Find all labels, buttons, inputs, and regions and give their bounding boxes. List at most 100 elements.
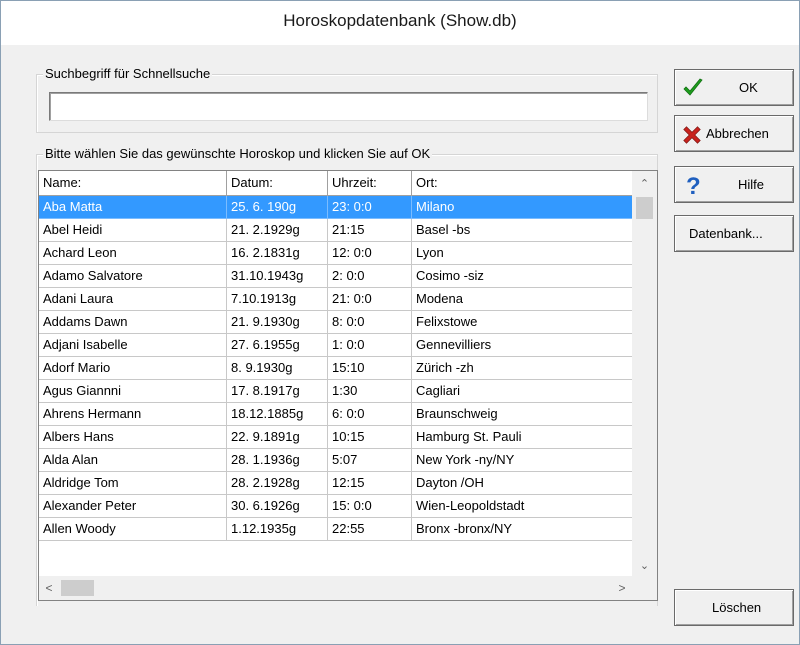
table-row[interactable]: Alda Alan 28. 1.1936g 5:07 New York -ny/… [39,449,632,472]
cell-place: Hamburg St. Pauli [412,426,632,449]
database-label: Datenbank... [689,226,763,241]
cell-place: Zürich -zh [412,357,632,380]
help-label: Hilfe [738,177,765,192]
cell-time: 12:15 [328,472,412,495]
cell-time: 5:07 [328,449,412,472]
cell-time: 2: 0:0 [328,265,412,288]
scroll-down-icon[interactable]: ⌄ [632,556,657,576]
horizontal-scrollbar[interactable]: < > [39,576,632,600]
cell-name: Agus Giannni [39,380,227,403]
table-row[interactable]: Adamo Salvatore 31.10.1943g 2: 0:0 Cosim… [39,265,632,288]
table-row[interactable]: Adjani Isabelle 27. 6.1955g 1: 0:0 Genne… [39,334,632,357]
cell-time: 12: 0:0 [328,242,412,265]
cell-name: Achard Leon [39,242,227,265]
table-row[interactable]: Abel Heidi 21. 2.1929g 21:15 Basel -bs [39,219,632,242]
cell-date: 28. 2.1928g [227,472,328,495]
cell-place: Milano [412,196,632,219]
table-row[interactable]: Aldridge Tom 28. 2.1928g 12:15 Dayton /O… [39,472,632,495]
ok-label: OK [739,80,758,95]
delete-label: Löschen [712,600,762,615]
column-header-place[interactable]: Ort: [412,171,632,196]
cell-name: Albers Hans [39,426,227,449]
table-row[interactable]: Achard Leon 16. 2.1831g 12: 0:0 Lyon [39,242,632,265]
column-header-time[interactable]: Uhrzeit: [328,171,412,196]
cell-name: Adorf Mario [39,357,227,380]
window-title: Horoskopdatenbank (Show.db) [283,11,517,30]
cell-date: 21. 2.1929g [227,219,328,242]
cell-name: Aldridge Tom [39,472,227,495]
cell-name: Ahrens Hermann [39,403,227,426]
cell-place: Bronx -bronx/NY [412,518,632,541]
column-header-name[interactable]: Name: [39,171,227,196]
scroll-up-icon[interactable]: ⌃ [632,174,657,194]
horizontal-scroll-thumb[interactable] [61,580,94,596]
horoscope-list[interactable]: Name: Datum: Uhrzeit: Ort: Aba Matta 25.… [38,170,658,601]
cell-name: Alexander Peter [39,495,227,518]
cell-time: 21: 0:0 [328,288,412,311]
scroll-right-icon[interactable]: > [612,576,632,600]
scrollbar-corner [632,576,657,600]
cell-name: Adjani Isabelle [39,334,227,357]
cell-time: 21:15 [328,219,412,242]
vertical-scrollbar[interactable]: ⌃ ⌄ [632,171,657,576]
horoscope-list-label: Bitte wählen Sie das gewünschte Horoskop… [43,146,433,161]
table-row[interactable]: Agus Giannni 17. 8.1917g 1:30 Cagliari [39,380,632,403]
cell-time: 23: 0:0 [328,196,412,219]
cell-place: Cosimo -siz [412,265,632,288]
table-row[interactable]: Allen Woody 1.12.1935g 22:55 Bronx -bron… [39,518,632,541]
cell-name: Aba Matta [39,196,227,219]
svg-text:?: ? [686,173,701,197]
quick-search-box [49,92,648,121]
quick-search-label: Suchbegriff für Schnellsuche [43,66,213,81]
cell-place: Gennevilliers [412,334,632,357]
cell-time: 6: 0:0 [328,403,412,426]
cell-date: 22. 9.1891g [227,426,328,449]
cell-date: 1.12.1935g [227,518,328,541]
cell-time: 1: 0:0 [328,334,412,357]
cell-place: Modena [412,288,632,311]
table-row[interactable]: Alexander Peter 30. 6.1926g 15: 0:0 Wien… [39,495,632,518]
help-button[interactable]: ? Hilfe [674,166,794,203]
cell-time: 15: 0:0 [328,495,412,518]
cell-place: Felixstowe [412,311,632,334]
cell-date: 17. 8.1917g [227,380,328,403]
cancel-button[interactable]: Abbrechen [674,115,794,152]
column-header-date[interactable]: Datum: [227,171,328,196]
list-rows: Aba Matta 25. 6. 190g 23: 0:0 Milano Abe… [39,196,632,541]
table-row[interactable]: Ahrens Hermann 18.12.1885g 6: 0:0 Brauns… [39,403,632,426]
vertical-scroll-thumb[interactable] [636,197,653,219]
cell-date: 28. 1.1936g [227,449,328,472]
cell-date: 31.10.1943g [227,265,328,288]
table-row[interactable]: Adorf Mario 8. 9.1930g 15:10 Zürich -zh [39,357,632,380]
cell-date: 25. 6. 190g [227,196,328,219]
cell-time: 10:15 [328,426,412,449]
table-row[interactable]: Addams Dawn 21. 9.1930g 8: 0:0 Felixstow… [39,311,632,334]
checkmark-icon [683,78,703,96]
table-row[interactable]: Aba Matta 25. 6. 190g 23: 0:0 Milano [39,196,632,219]
cell-name: Abel Heidi [39,219,227,242]
cross-icon [683,126,701,144]
cell-date: 7.10.1913g [227,288,328,311]
cancel-label: Abbrechen [706,126,769,141]
table-row[interactable]: Albers Hans 22. 9.1891g 10:15 Hamburg St… [39,426,632,449]
cell-name: Allen Woody [39,518,227,541]
cell-name: Adani Laura [39,288,227,311]
cell-place: Dayton /OH [412,472,632,495]
horoscope-database-dialog: Horoskopdatenbank (Show.db) Suchbegriff … [0,0,800,645]
ok-button[interactable]: OK [674,69,794,106]
cell-place: Braunschweig [412,403,632,426]
cell-name: Alda Alan [39,449,227,472]
cell-name: Addams Dawn [39,311,227,334]
cell-time: 1:30 [328,380,412,403]
cell-place: Cagliari [412,380,632,403]
cell-place: New York -ny/NY [412,449,632,472]
table-row[interactable]: Adani Laura 7.10.1913g 21: 0:0 Modena [39,288,632,311]
cell-date: 16. 2.1831g [227,242,328,265]
cell-place: Lyon [412,242,632,265]
cell-date: 8. 9.1930g [227,357,328,380]
database-button[interactable]: Datenbank... [674,215,794,252]
scroll-left-icon[interactable]: < [39,576,59,600]
cell-date: 27. 6.1955g [227,334,328,357]
delete-button[interactable]: Löschen [674,589,794,626]
quick-search-input[interactable] [50,93,647,120]
